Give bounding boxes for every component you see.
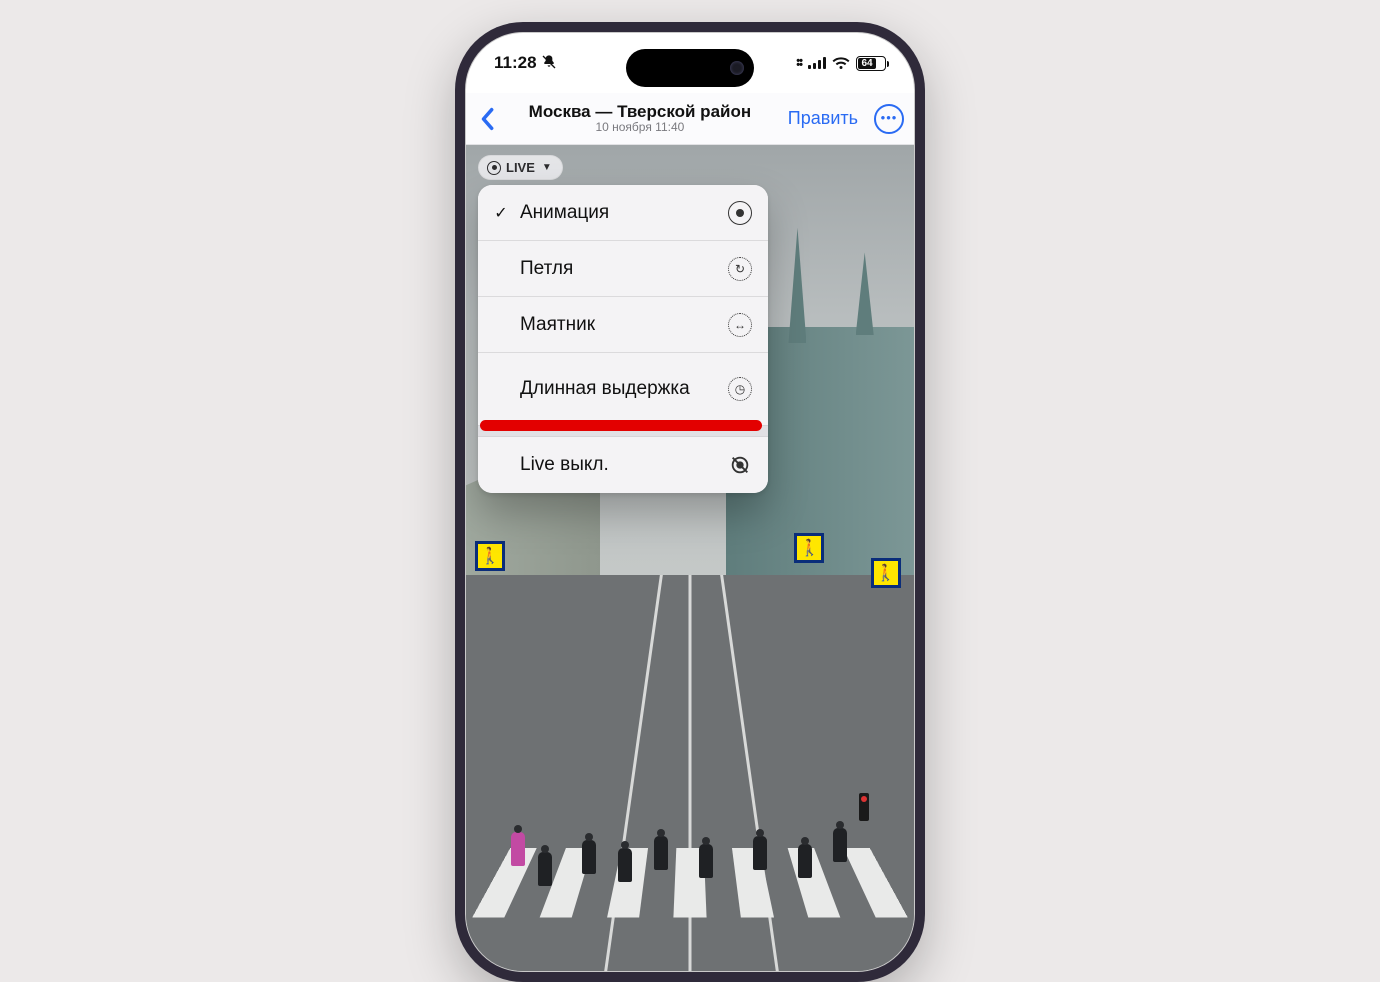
menu-item-label: Петля (520, 258, 718, 280)
menu-item-bounce[interactable]: Маятник ↔ (478, 297, 768, 353)
chevron-down-icon: ▼ (542, 162, 552, 173)
nav-bar: Москва — Тверской район 10 ноября 11:40 … (466, 93, 914, 145)
menu-item-label: Длинная выдержка (520, 378, 718, 400)
live-icon (728, 201, 752, 225)
highlight-underline (480, 420, 762, 431)
back-button[interactable] (476, 104, 498, 134)
road-sign-icon: 🚶 (871, 558, 901, 588)
edit-button[interactable]: Править (782, 108, 864, 129)
phone-screen: 11:28 •••• 64 Мо (465, 32, 915, 972)
checkmark-icon: ✓ (492, 203, 510, 223)
road-sign-icon: 🚶 (475, 541, 505, 571)
bounce-icon: ↔ (728, 313, 752, 337)
menu-item-label: Маятник (520, 314, 718, 336)
nav-title-block: Москва — Тверской район 10 ноября 11:40 (504, 102, 776, 135)
phone-frame: 11:28 •••• 64 Мо (455, 22, 925, 982)
battery-percent: 64 (861, 58, 872, 69)
dynamic-island (626, 49, 754, 87)
live-badge[interactable]: LIVE ▼ (478, 155, 563, 180)
status-time: 11:28 (494, 53, 537, 73)
menu-item-animation[interactable]: ✓ Анимация (478, 185, 768, 241)
nav-subtitle: 10 ноября 11:40 (504, 121, 776, 135)
nav-title: Москва — Тверской район (504, 102, 776, 122)
menu-item-label: Live выкл. (520, 454, 718, 476)
loop-icon: ↻ (728, 257, 752, 281)
menu-item-live-off[interactable]: Live выкл. (478, 437, 768, 493)
dual-sim-icon: •••• (796, 59, 802, 67)
live-label: LIVE (506, 160, 535, 175)
mute-icon (541, 54, 557, 73)
live-icon (487, 161, 501, 175)
wifi-icon (832, 56, 850, 70)
live-off-icon (728, 453, 752, 477)
ellipsis-icon: ••• (881, 111, 898, 124)
road-sign-icon: 🚶 (794, 533, 824, 563)
menu-item-long-exposure[interactable]: Длинная выдержка ◷ (478, 353, 768, 425)
long-exposure-icon: ◷ (728, 377, 752, 401)
cellular-icon (808, 57, 826, 69)
menu-item-loop[interactable]: Петля ↻ (478, 241, 768, 297)
more-button[interactable]: ••• (874, 104, 904, 134)
battery-icon: 64 (856, 56, 886, 71)
menu-item-label: Анимация (520, 202, 718, 224)
live-effects-menu: ✓ Анимация Петля ↻ Маятник ↔ Длинная выд… (478, 185, 768, 493)
